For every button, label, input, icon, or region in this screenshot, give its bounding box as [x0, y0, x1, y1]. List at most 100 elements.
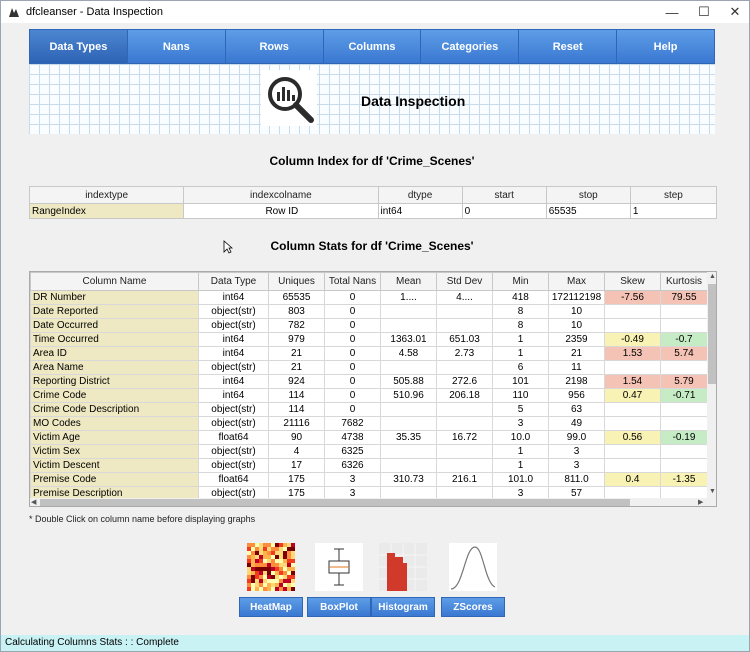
table-row: Area Name object(str) 21 0 6 11 — [30, 360, 708, 375]
stat-cell: 114 — [268, 388, 325, 403]
stat-cell: 21116 — [268, 416, 325, 431]
stat-cell: 10 — [548, 318, 605, 333]
stat-cell: 79.55 — [660, 290, 708, 305]
column-name-cell[interactable]: Date Occurred — [30, 318, 199, 333]
column-header[interactable]: Min — [492, 272, 549, 291]
column-name-cell[interactable]: Victim Sex — [30, 444, 199, 459]
column-header[interactable]: Uniques — [268, 272, 325, 291]
heatmap-button[interactable]: HeatMap — [239, 597, 303, 617]
stat-cell: 2359 — [548, 332, 605, 347]
table-row: Date Reported object(str) 803 0 8 10 — [30, 304, 708, 319]
nav-nans-button[interactable]: Nans — [127, 29, 226, 64]
scroll-left-icon[interactable]: ◀ — [31, 498, 36, 506]
stat-cell: 1363.01 — [380, 332, 437, 347]
column-header[interactable]: Kurtosis — [660, 272, 708, 291]
stat-cell: 1 — [492, 444, 549, 459]
nav-reset-button[interactable]: Reset — [519, 29, 618, 64]
stat-cell — [604, 318, 661, 333]
cell-stop: 65535 — [545, 203, 631, 219]
stat-cell: 0 — [324, 318, 381, 333]
histogram-button[interactable]: Histogram — [371, 597, 435, 617]
vertical-scroll-thumb[interactable] — [708, 284, 716, 384]
column-name-cell[interactable]: Reporting District — [30, 374, 199, 389]
column-name-cell[interactable]: Time Occurred — [30, 332, 199, 347]
column-name-cell[interactable]: Victim Age — [30, 430, 199, 445]
boxplot-icon[interactable] — [315, 543, 363, 591]
stat-cell: 206.18 — [436, 388, 493, 403]
stat-cell: 0 — [324, 290, 381, 305]
minimize-button[interactable]: — — [655, 1, 689, 23]
stat-cell — [436, 360, 493, 375]
stat-cell: 310.73 — [380, 472, 437, 487]
vertical-scrollbar[interactable]: ▲ ▼ — [707, 272, 716, 498]
column-header[interactable]: Mean — [380, 272, 437, 291]
nav-bar: Data Types Nans Rows Columns Categories … — [29, 29, 716, 64]
nav-rows-button[interactable]: Rows — [225, 29, 324, 64]
stat-cell: -7.56 — [604, 290, 661, 305]
stat-cell: 0 — [324, 332, 381, 347]
stat-cell: 510.96 — [380, 388, 437, 403]
zscores-button[interactable]: ZScores — [441, 597, 505, 617]
column-name-cell[interactable]: Crime Code Description — [30, 402, 199, 417]
stat-cell — [436, 444, 493, 459]
column-name-cell[interactable]: Crime Code — [30, 388, 199, 403]
cell-dtype: int64 — [377, 203, 463, 219]
stat-cell — [436, 304, 493, 319]
footnote: * Double Click on column name before dis… — [29, 514, 256, 524]
stat-cell: 1 — [492, 346, 549, 361]
zscores-curve-icon[interactable] — [449, 543, 497, 591]
main-panel: Data Types Nans Rows Columns Categories … — [1, 23, 749, 635]
scroll-right-icon[interactable]: ▶ — [698, 498, 703, 506]
stat-cell: 11 — [548, 360, 605, 375]
nav-categories-button[interactable]: Categories — [421, 29, 520, 64]
column-header[interactable]: Skew — [604, 272, 661, 291]
stat-cell: 0 — [324, 304, 381, 319]
horizontal-scrollbar[interactable]: ◀ ▶ — [30, 498, 716, 506]
column-name-cell[interactable]: DR Number — [30, 290, 199, 305]
stat-cell: 2.73 — [436, 346, 493, 361]
column-name-cell[interactable]: Date Reported — [30, 304, 199, 319]
close-button[interactable]: ✕ — [718, 1, 750, 23]
column-name-cell[interactable]: MO Codes — [30, 416, 199, 431]
scroll-up-icon[interactable]: ▲ — [709, 273, 716, 280]
stat-cell: -1.35 — [660, 472, 708, 487]
scroll-down-icon[interactable]: ▼ — [709, 488, 716, 495]
stat-cell: 172112198 — [548, 290, 605, 305]
column-name-cell[interactable]: Area Name — [30, 360, 199, 375]
nav-data-types-button[interactable]: Data Types — [29, 29, 128, 64]
column-header[interactable]: Max — [548, 272, 605, 291]
nav-help-button[interactable]: Help — [617, 29, 716, 64]
column-index-table: indextype indexcolname dtype start stop … — [28, 186, 718, 219]
column-header[interactable]: Std Dev — [436, 272, 493, 291]
stat-cell — [380, 304, 437, 319]
stat-cell: 10 — [548, 304, 605, 319]
histogram-icon[interactable] — [379, 543, 427, 591]
table-row: Crime Code int64 114 0 510.96 206.18 110 956 0.4… — [30, 388, 708, 403]
stat-cell — [660, 318, 708, 333]
stat-cell: 90 — [268, 430, 325, 445]
nav-columns-button[interactable]: Columns — [323, 29, 422, 64]
stat-cell — [660, 416, 708, 431]
stat-cell: int64 — [198, 290, 269, 305]
stat-cell: 10.0 — [492, 430, 549, 445]
column-name-cell[interactable]: Area ID — [30, 346, 199, 361]
stat-cell: 5 — [492, 402, 549, 417]
horizontal-scroll-thumb[interactable] — [40, 499, 630, 506]
stat-cell: float64 — [198, 430, 269, 445]
boxplot-button[interactable]: BoxPlot — [307, 597, 371, 617]
stat-cell: 1.53 — [604, 346, 661, 361]
maximize-button[interactable]: ☐ — [687, 1, 721, 23]
stat-cell — [380, 444, 437, 459]
column-header[interactable]: Column Name — [30, 272, 199, 291]
column-name-cell[interactable]: Victim Descent — [30, 458, 199, 473]
heatmap-icon[interactable] — [247, 543, 295, 591]
column-name-cell[interactable]: Premise Code — [30, 472, 199, 487]
stat-cell: 418 — [492, 290, 549, 305]
column-header[interactable]: Data Type — [198, 272, 269, 291]
stat-cell — [660, 402, 708, 417]
stat-cell: -0.19 — [660, 430, 708, 445]
column-index-title: Column Index for df 'Crime_Scenes' — [269, 154, 475, 168]
column-header[interactable]: Total Nans — [324, 272, 381, 291]
stat-cell — [604, 402, 661, 417]
title-bar: dfcleanser - Data Inspection — ☐ ✕ — [1, 1, 749, 23]
